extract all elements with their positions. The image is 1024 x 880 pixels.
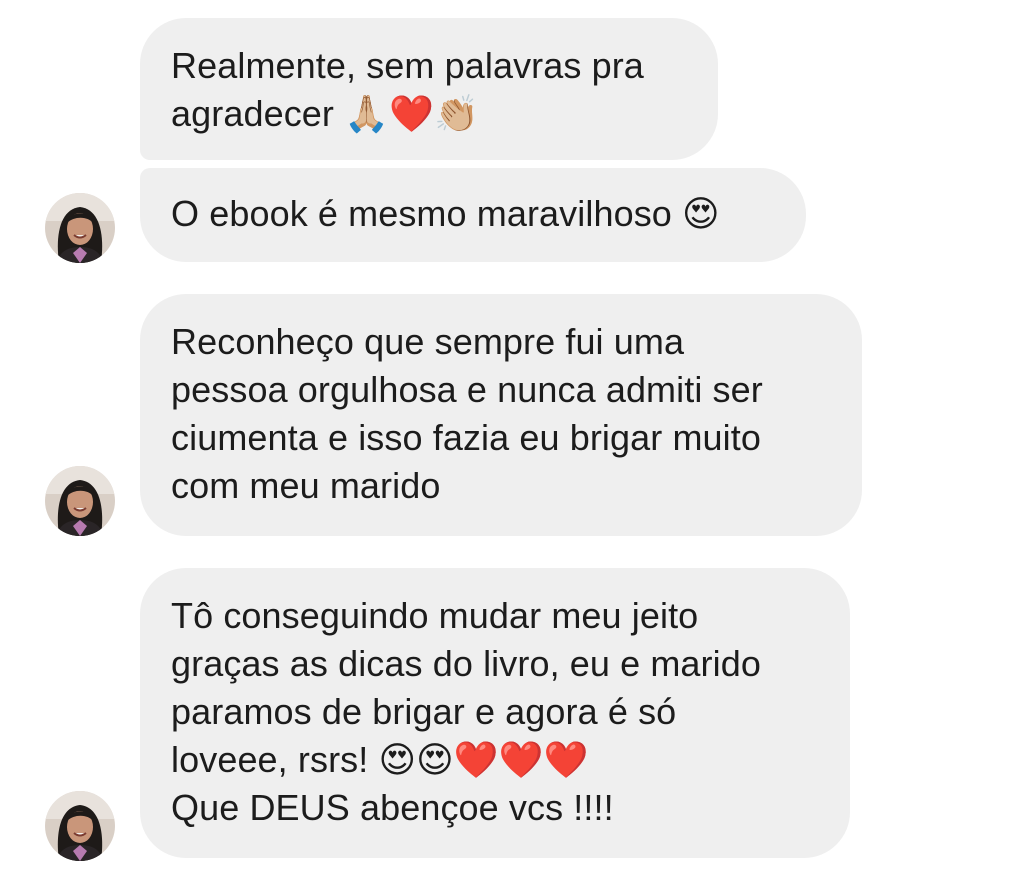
avatar[interactable]	[45, 791, 115, 861]
avatar-photo-icon	[45, 466, 115, 536]
avatar-photo-icon	[45, 791, 115, 861]
message-bubble[interactable]: Tô conseguindo mudar meu jeito graças as…	[140, 568, 850, 858]
message-bubble[interactable]: Reconheço que sempre fui uma pessoa orgu…	[140, 294, 862, 536]
avatar[interactable]	[45, 193, 115, 263]
avatar-photo-icon	[45, 193, 115, 263]
avatar[interactable]	[45, 466, 115, 536]
message-bubble[interactable]: O ebook é mesmo maravilhoso 😍	[140, 168, 806, 262]
message-bubble[interactable]: Realmente, sem palavras pra agradecer 🙏🏼…	[140, 18, 718, 160]
